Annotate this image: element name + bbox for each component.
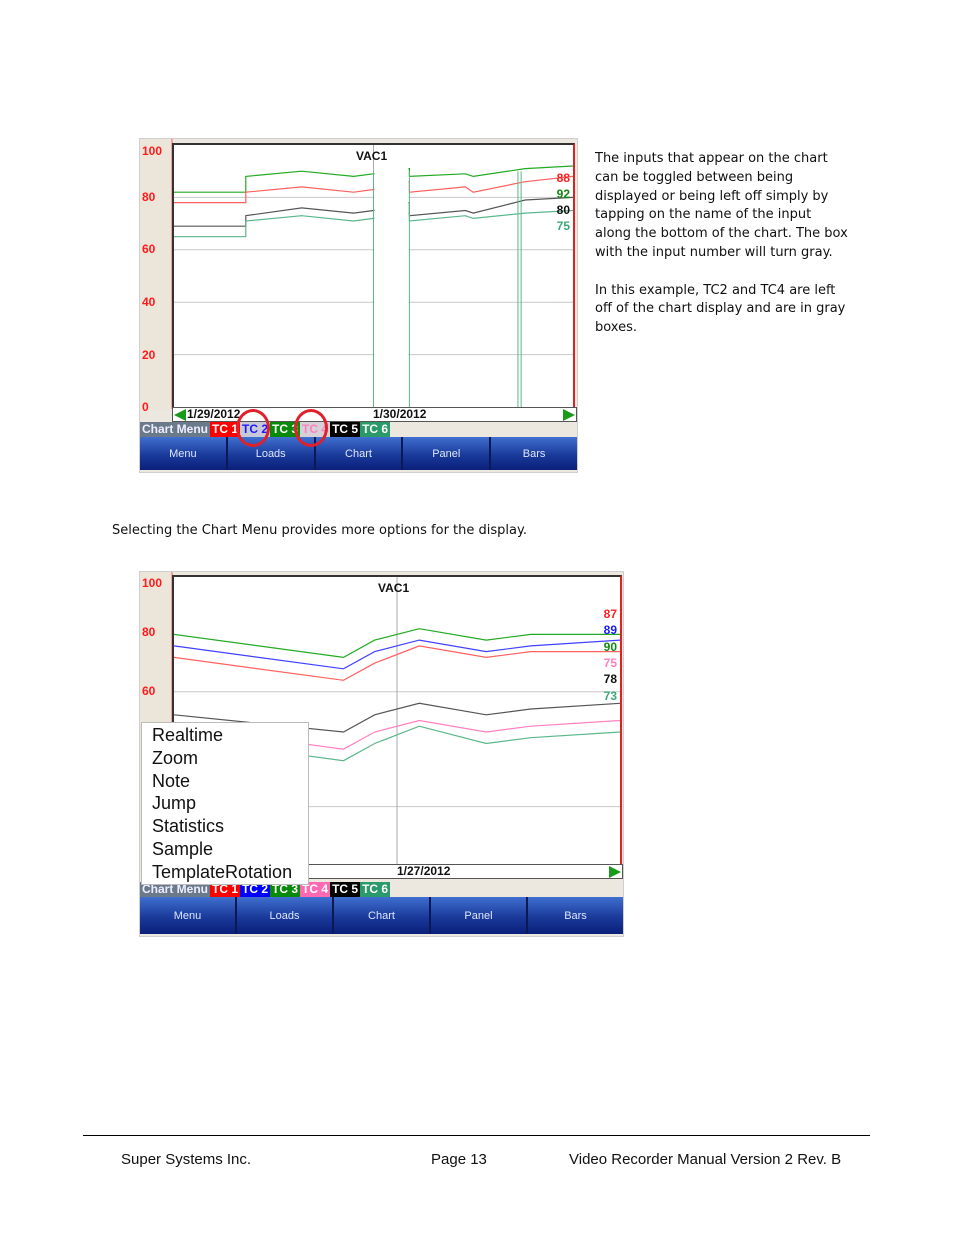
chart-menu-popup: Realtime Zoom Note Jump Statistics Sampl…: [141, 722, 309, 885]
menu-item-statistics[interactable]: Statistics: [142, 815, 308, 838]
data-gap: [374, 155, 409, 407]
end-value-label: 80: [556, 203, 570, 217]
menu-item-zoom[interactable]: Zoom: [142, 747, 308, 770]
y-tick-label: 40: [142, 295, 156, 309]
footer-divider: [83, 1135, 870, 1136]
menu-item-template-rotation[interactable]: TemplateRotation: [142, 861, 308, 884]
menu-item-sample[interactable]: Sample: [142, 838, 308, 861]
y-tick-label: 100: [142, 576, 163, 590]
nav-bars-button[interactable]: Bars: [528, 897, 623, 934]
nav-menu-button[interactable]: Menu: [140, 897, 237, 934]
date-label: 1/27/2012: [397, 864, 451, 878]
legend-input-tc5[interactable]: TC 5: [330, 422, 361, 437]
scroll-right-arrow-icon[interactable]: [609, 866, 621, 878]
bottom-nav-bar: Menu Loads Chart Panel Bars: [140, 437, 577, 470]
chart-title: VAC1: [356, 149, 388, 163]
y-tick-label: 80: [142, 190, 156, 204]
end-value-label: 88: [556, 171, 570, 185]
date-scroll-bar[interactable]: 1/29/2012 1/30/2012: [172, 407, 577, 422]
chart-svg: [174, 145, 573, 407]
nav-chart-button[interactable]: Chart: [316, 437, 404, 470]
paragraph: The inputs that appear on the chart can …: [595, 151, 848, 260]
highlight-circle-tc2: [236, 409, 270, 447]
end-value-label: 89: [603, 623, 617, 638]
y-tick-label: 0: [142, 400, 149, 414]
end-value-label: 87: [603, 607, 617, 621]
side-description: The inputs that appear on the chart can …: [595, 150, 850, 357]
menu-item-jump[interactable]: Jump: [142, 792, 308, 815]
y-tick-label: 60: [142, 242, 156, 256]
highlight-circle-tc4: [294, 409, 328, 447]
y-tick-label: 20: [142, 348, 156, 362]
caption-text: Selecting the Chart Menu provides more o…: [112, 523, 527, 538]
end-value-label: 73: [603, 688, 617, 703]
bottom-nav-bar: Menu Loads Chart Panel Bars: [140, 897, 623, 934]
legend-input-tc6[interactable]: TC 6: [360, 422, 391, 437]
chart-screenshot-chart-menu: 100 80 60 VAC1 87 89 90 75 78 73 1/27/2012 Ch…: [139, 571, 624, 937]
footer-manual-title: Video Recorder Manual Version 2 Rev. B: [569, 1151, 842, 1168]
chart-screenshot-inputs-toggled: 100 80 60 40 20 0 VAC1 88 92 80 75 1/29/201…: [139, 138, 578, 473]
menu-item-note[interactable]: Note: [142, 770, 308, 793]
chart-menu-button[interactable]: Chart Menu: [140, 422, 210, 437]
nav-menu-button[interactable]: Menu: [140, 437, 228, 470]
legend-input-tc5[interactable]: TC 5: [330, 882, 361, 897]
nav-loads-button[interactable]: Loads: [237, 897, 334, 934]
y-tick-label: 100: [142, 144, 163, 158]
end-value-label: 75: [603, 655, 617, 670]
nav-bars-button[interactable]: Bars: [491, 437, 577, 470]
scroll-left-arrow-icon[interactable]: [174, 409, 186, 421]
legend-input-tc6[interactable]: TC 6: [360, 882, 391, 897]
paragraph: In this example, TC2 and TC4 are left of…: [595, 282, 846, 336]
date-label: 1/29/2012: [187, 407, 241, 421]
end-value-label: 78: [603, 672, 617, 687]
end-value-label: 92: [556, 187, 570, 201]
end-value-label: 90: [603, 639, 617, 654]
end-value-label: 75: [556, 219, 570, 233]
chart-plot-area[interactable]: VAC1 88 92 80 75: [172, 143, 575, 409]
footer-company: Super Systems Inc.: [121, 1151, 252, 1168]
nav-panel-button[interactable]: Panel: [431, 897, 528, 934]
footer-page-number: Page 13: [431, 1151, 487, 1168]
scroll-right-arrow-icon[interactable]: [563, 409, 575, 421]
nav-panel-button[interactable]: Panel: [403, 437, 492, 470]
date-label: 1/30/2012: [373, 407, 427, 421]
y-tick-label: 80: [142, 625, 156, 639]
menu-item-realtime[interactable]: Realtime: [142, 724, 308, 747]
chart-title: VAC1: [378, 581, 410, 595]
y-tick-label: 60: [142, 684, 156, 698]
nav-chart-button[interactable]: Chart: [334, 897, 431, 934]
y-axis: 100 80 60 40 20 0: [140, 139, 173, 413]
